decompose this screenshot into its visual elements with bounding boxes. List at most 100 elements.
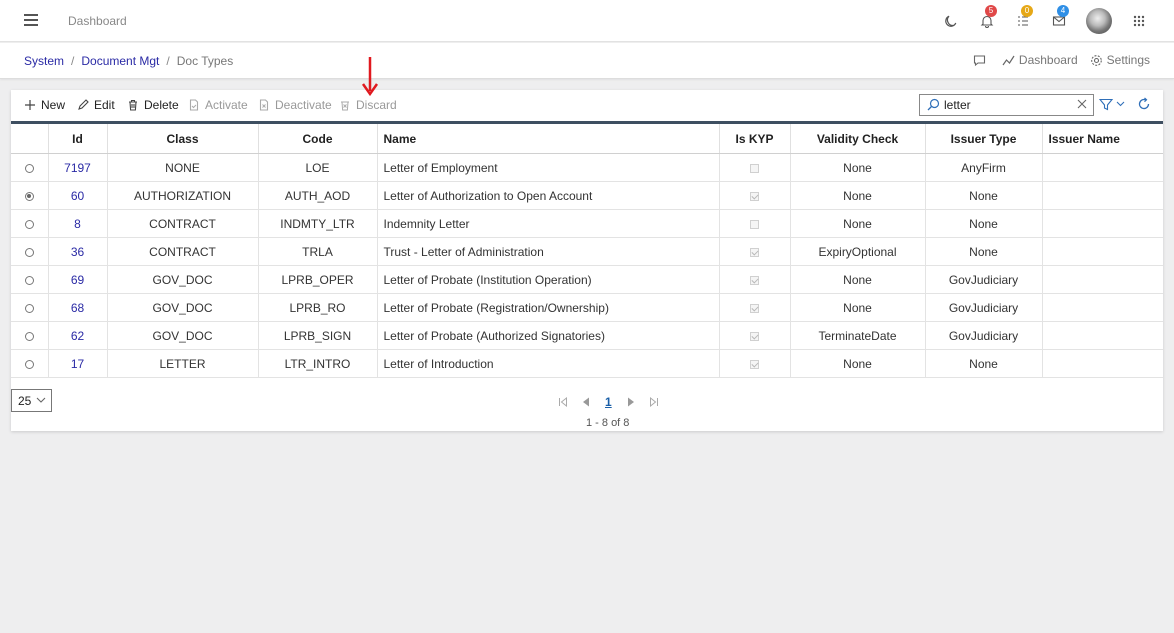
activate-button[interactable]: Activate [188,98,248,112]
cell-class: GOV_DOC [106,321,258,350]
cell-is-kyp [718,349,790,378]
column-header-class[interactable]: Class [106,121,258,154]
cell-name: Letter of Probate (Authorized Signatorie… [376,321,719,350]
apps-grid-icon[interactable] [1128,10,1150,32]
cell-issuer-type: None [924,209,1042,238]
clear-search-icon[interactable] [1077,99,1087,109]
cell-name: Letter of Probate (Registration/Ownershi… [376,293,719,322]
row-select-radio[interactable] [24,191,34,201]
pencil-icon [78,99,89,110]
last-page-icon [649,397,658,407]
plus-icon [25,100,35,110]
discard-icon [341,101,349,111]
chart-line-icon [1002,55,1015,65]
breadcrumb: System / Document Mgt / Doc Types [24,54,234,68]
row-select-radio[interactable] [24,303,34,313]
table-row[interactable]: 68 GOV_DOC LPRB_RO Letter of Probate (Regis… [11,293,1163,322]
cell-is-kyp [718,265,790,294]
table-row[interactable]: 60 AUTHORIZATION AUTH_AOD Letter of Authori… [11,181,1163,210]
comment-icon [973,54,985,66]
cell-select [11,181,48,210]
cell-name: Letter of Authorization to Open Account [376,181,719,210]
notifications-bell-icon[interactable]: 5 [976,5,998,32]
tasks-list-icon[interactable]: 0 [1012,5,1034,32]
discard-button[interactable]: Discard [339,98,397,112]
cell-validity-check: None [789,209,925,238]
cell-id[interactable]: 69 [47,265,107,294]
next-page-button[interactable] [627,397,635,407]
cell-is-kyp [718,209,790,238]
pager: 1 [551,394,666,410]
row-select-radio[interactable] [24,331,34,341]
table-row[interactable]: 62 GOV_DOC LPRB_SIGN Letter of Probate (Aut… [11,321,1163,350]
delete-button[interactable]: Delete [127,98,179,112]
settings-link[interactable]: Settings [1090,53,1150,67]
column-header-code[interactable]: Code [257,121,377,154]
kyp-checkbox [750,219,759,229]
cell-id[interactable]: 17 [47,349,107,378]
cell-validity-check: None [789,265,925,294]
cell-id[interactable]: 7197 [47,153,107,182]
table-row[interactable]: 7197 NONE LOE Letter of Employment None AnyFi… [11,153,1163,182]
hamburger-menu-icon[interactable] [24,14,38,26]
chevron-down-icon [36,397,46,403]
table-row[interactable]: 36 CONTRACT TRLA Trust - Letter of Administ… [11,237,1163,266]
cell-name: Indemnity Letter [376,209,719,238]
cell-validity-check: ExpiryOptional [789,237,925,266]
cell-id[interactable]: 60 [47,181,107,210]
cell-issuer-type: None [924,237,1042,266]
cell-validity-check: None [789,293,925,322]
row-select-radio[interactable] [24,163,34,173]
column-header-is-kyp[interactable]: Is KYP [718,121,790,154]
new-button-label: New [41,98,66,112]
deactivate-button[interactable]: Deactivate [258,98,332,112]
kyp-checkbox [750,247,759,257]
row-select-radio[interactable] [24,247,34,257]
first-page-button[interactable] [558,397,568,407]
last-page-button[interactable] [649,397,659,407]
dashboard-link-label: Dashboard [1018,53,1078,67]
messages-envelope-icon[interactable]: 4 [1048,5,1070,32]
dashboard-link[interactable]: Dashboard [1002,53,1078,67]
cell-is-kyp [718,321,790,350]
breadcrumb-document-mgt[interactable]: Document Mgt [81,54,159,68]
kyp-checkbox [750,359,759,369]
cell-issuer-name [1041,237,1163,266]
cell-id[interactable]: 68 [47,293,107,322]
column-header-issuer-type[interactable]: Issuer Type [924,121,1042,154]
page-number-current[interactable]: 1 [605,395,612,409]
cell-class: LETTER [106,349,258,378]
column-header-validity-check[interactable]: Validity Check [789,121,925,154]
cell-id[interactable]: 8 [47,209,107,238]
cell-code: LOE [257,153,377,182]
column-header-issuer-name[interactable]: Issuer Name [1041,121,1163,154]
new-button[interactable]: New [24,98,65,112]
search-input[interactable] [944,97,1072,113]
edit-button[interactable]: Edit [77,98,115,112]
comment-button[interactable] [973,54,990,67]
cell-select [11,153,48,182]
column-header-id[interactable]: Id [47,121,107,154]
table-row[interactable]: 17 LETTER LTR_INTRO Letter of Introduction N… [11,349,1163,378]
table-row[interactable]: 8 CONTRACT INDMTY_LTR Indemnity Letter None N… [11,209,1163,238]
kyp-checkbox [750,275,759,285]
row-select-radio[interactable] [24,359,34,369]
cell-issuer-name [1041,349,1163,378]
cell-code: LPRB_RO [257,293,377,322]
breadcrumb-bar: System / Document Mgt / Doc Types Dashboard … [0,43,1174,79]
tasks-badge: 0 [1021,5,1033,17]
row-select-radio[interactable] [24,219,34,229]
row-select-radio[interactable] [24,275,34,285]
user-avatar[interactable] [1086,8,1112,34]
cell-id[interactable]: 62 [47,321,107,350]
cell-select [11,349,48,378]
column-header-name[interactable]: Name [376,121,719,154]
page-size-select[interactable]: 25 [11,389,52,412]
breadcrumb-system[interactable]: System [24,54,64,68]
dark-mode-moon-icon[interactable] [940,10,962,32]
prev-page-button[interactable] [582,397,590,407]
cell-id[interactable]: 36 [47,237,107,266]
table-row[interactable]: 69 GOV_DOC LPRB_OPER Letter of Probate (Ins… [11,265,1163,294]
filter-button[interactable] [1098,98,1127,114]
refresh-button[interactable] [1137,97,1151,114]
